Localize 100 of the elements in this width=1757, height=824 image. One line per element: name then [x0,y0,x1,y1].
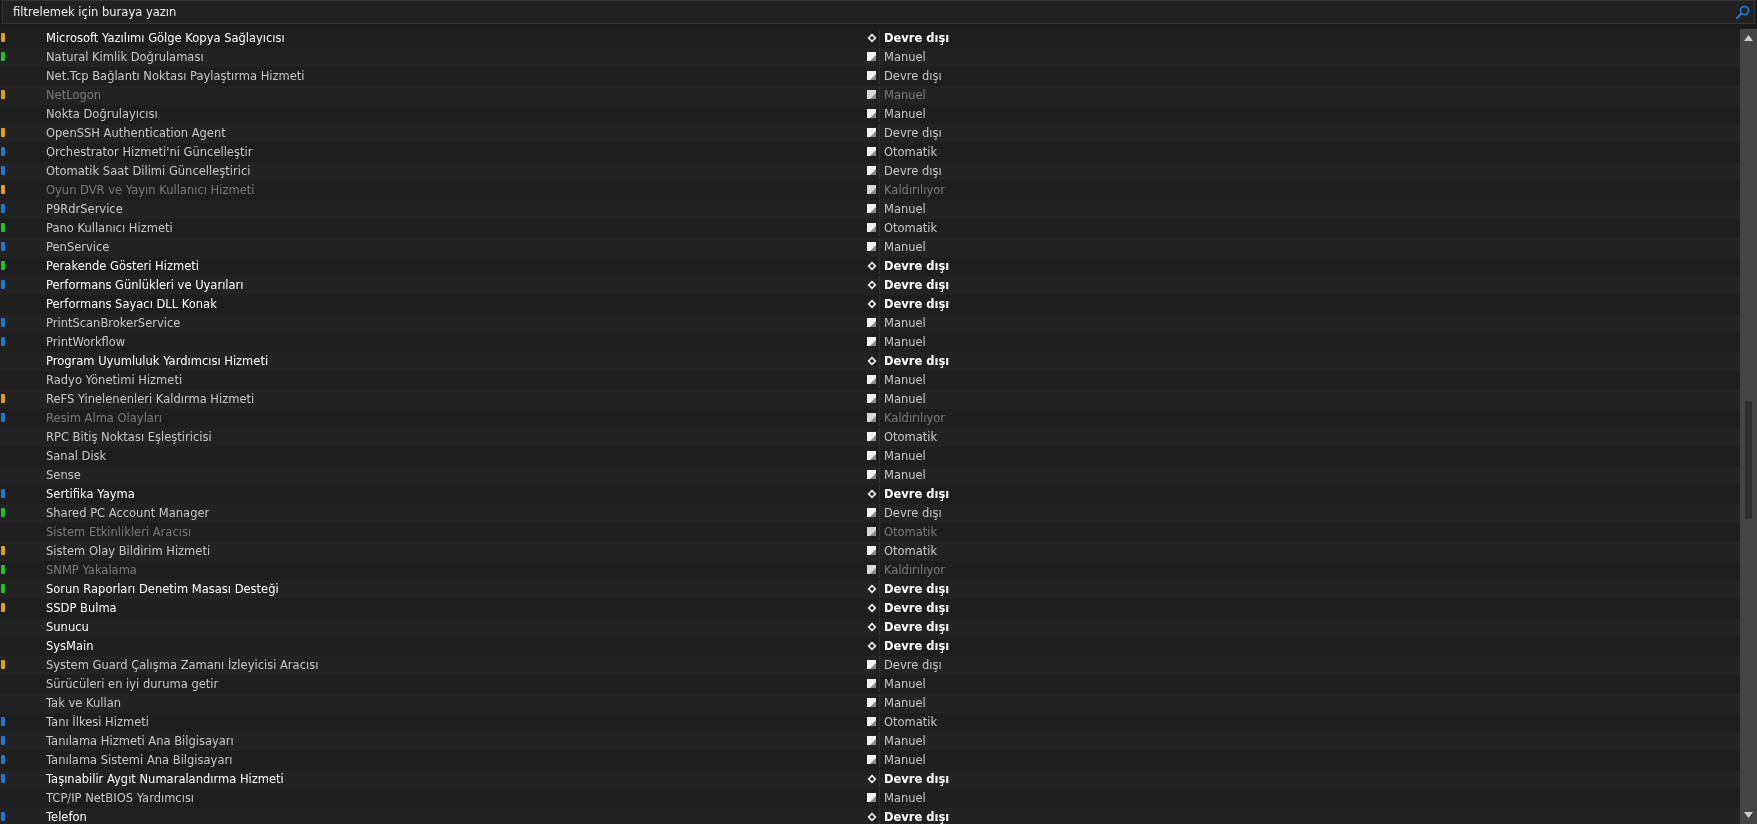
diamond-icon [866,621,877,632]
checkbox-icon [867,147,876,156]
service-name: Taşınabilir Aygıt Numaralandırma Hizmeti [46,771,284,786]
checkbox-icon [867,527,876,536]
startup-type: Kaldırılıyor [884,562,945,577]
service-name: Sertifika Yayma [46,486,135,501]
checkbox-icon [867,793,876,802]
startup-type: Kaldırılıyor [884,182,945,197]
diamond-icon [866,355,877,366]
startup-type: Manuel [884,752,926,767]
service-name: System Guard Çalışma Zamanı İzleyicisi Aracısı [46,657,319,672]
service-name: Tak ve Kullan [46,695,121,710]
startup-type: Manuel [884,695,926,710]
checkbox-icon [867,318,876,327]
startup-type: Devre dışı [884,505,942,520]
service-name: Performans Sayacı DLL Konak [46,296,217,311]
checkbox-icon [867,717,876,726]
service-name: Sunucu [46,619,89,634]
service-name: Orchestrator Hizmeti'ni Güncelleştir [46,144,253,159]
startup-type: Devre dışı [884,581,950,596]
startup-type: Manuel [884,315,926,330]
service-name: SysMain [46,638,94,653]
startup-type: Devre dışı [884,163,942,178]
scroll-up-icon[interactable] [1744,35,1753,41]
service-name: Sistem Etkinlikleri Aracısı [46,524,192,539]
service-name: Sense [46,467,81,482]
startup-type: Devre dışı [884,30,950,45]
startup-type: Devre dışı [884,619,950,634]
service-name: PrintWorkflow [46,334,126,349]
service-name: Sorun Raporları Denetim Masası Desteği [46,581,279,596]
checkbox-icon [867,185,876,194]
scroll-down-icon[interactable] [1744,812,1753,818]
checkbox-icon [867,565,876,574]
startup-type: Devre dışı [884,771,950,786]
startup-type: Manuel [884,201,926,216]
startup-type: Devre dışı [884,638,950,653]
service-name: Sanal Disk [46,448,107,463]
startup-type: Devre dışı [884,486,950,501]
checkbox-icon [867,109,876,118]
service-name: Program Uyumluluk Yardımcısı Hizmeti [46,353,269,368]
startup-type: Otomatik [884,144,938,159]
service-name: ReFS Yinelenenleri Kaldırma Hizmeti [46,391,255,406]
checkbox-icon [867,52,876,61]
startup-type: Otomatik [884,714,938,729]
startup-type: Devre dışı [884,125,942,140]
checkbox-icon [867,698,876,707]
service-name: Nokta Doğrulayıcısı [46,106,158,121]
startup-type: Devre dışı [884,277,950,292]
startup-type: Devre dışı [884,809,950,824]
checkbox-icon [867,375,876,384]
service-name: Net.Tcp Bağlantı Noktası Paylaştırma Hizmeti [46,68,305,83]
service-name: PrintScanBrokerService [46,315,181,330]
service-name: Natural Kimlik Doğrulaması [46,49,204,64]
startup-type: Manuel [884,676,926,691]
startup-type: Devre dışı [884,68,942,83]
diamond-icon [866,298,877,309]
startup-type: Manuel [884,733,926,748]
startup-type: Otomatik [884,220,938,235]
service-name: OpenSSH Authentication Agent [46,125,226,140]
service-name: P9RdrService [46,201,123,216]
diamond-icon [866,32,877,43]
startup-type: Otomatik [884,543,938,558]
checkbox-icon [867,451,876,460]
service-name: Sürücüleri en iyi duruma getir [46,676,219,691]
service-name: RPC Bitiş Noktası Eşleştiricisi [46,429,212,444]
service-name: TCP/IP NetBIOS Yardımcısı [46,790,195,805]
search-field[interactable]: filtrelemek için buraya yazın [2,0,1755,24]
service-name: SNMP Yakalama [46,562,137,577]
checkbox-icon [867,508,876,517]
service-name: Performans Günlükleri ve Uyarıları [46,277,244,292]
startup-type: Manuel [884,239,926,254]
diamond-icon [866,811,877,822]
diamond-icon [866,640,877,651]
startup-type: Kaldırılıyor [884,410,945,425]
service-name: Pano Kullanıcı Hizmeti [46,220,173,235]
startup-type: Manuel [884,106,926,121]
scrollbar[interactable] [1740,29,1757,824]
diamond-icon [866,602,877,613]
service-name: Tanı İlkesi Hizmeti [46,714,149,729]
service-name: Telefon [46,809,87,824]
checkbox-icon [867,755,876,764]
service-name: Oyun DVR ve Yayın Kullanıcı Hizmeti [46,182,255,197]
checkbox-icon [867,90,876,99]
service-name: NetLogon [46,87,102,102]
diamond-icon [866,773,877,784]
checkbox-icon [867,679,876,688]
checkbox-icon [867,166,876,175]
search-icon[interactable] [1736,5,1750,19]
service-name: Perakende Gösteri Hizmeti [46,258,199,273]
service-name: SSDP Bulma [46,600,117,615]
startup-type: Devre dışı [884,353,950,368]
checkbox-icon [867,470,876,479]
startup-type: Devre dışı [884,258,950,273]
service-name: Shared PC Account Manager [46,505,210,520]
service-name: Resim Alma Olayları [46,410,162,425]
checkbox-icon [867,546,876,555]
service-name: Tanılama Hizmeti Ana Bilgisayarı [46,733,234,748]
checkbox-icon [867,413,876,422]
service-name: Otomatik Saat Dilimi Güncelleştirici [46,163,251,178]
diamond-icon [866,260,877,271]
